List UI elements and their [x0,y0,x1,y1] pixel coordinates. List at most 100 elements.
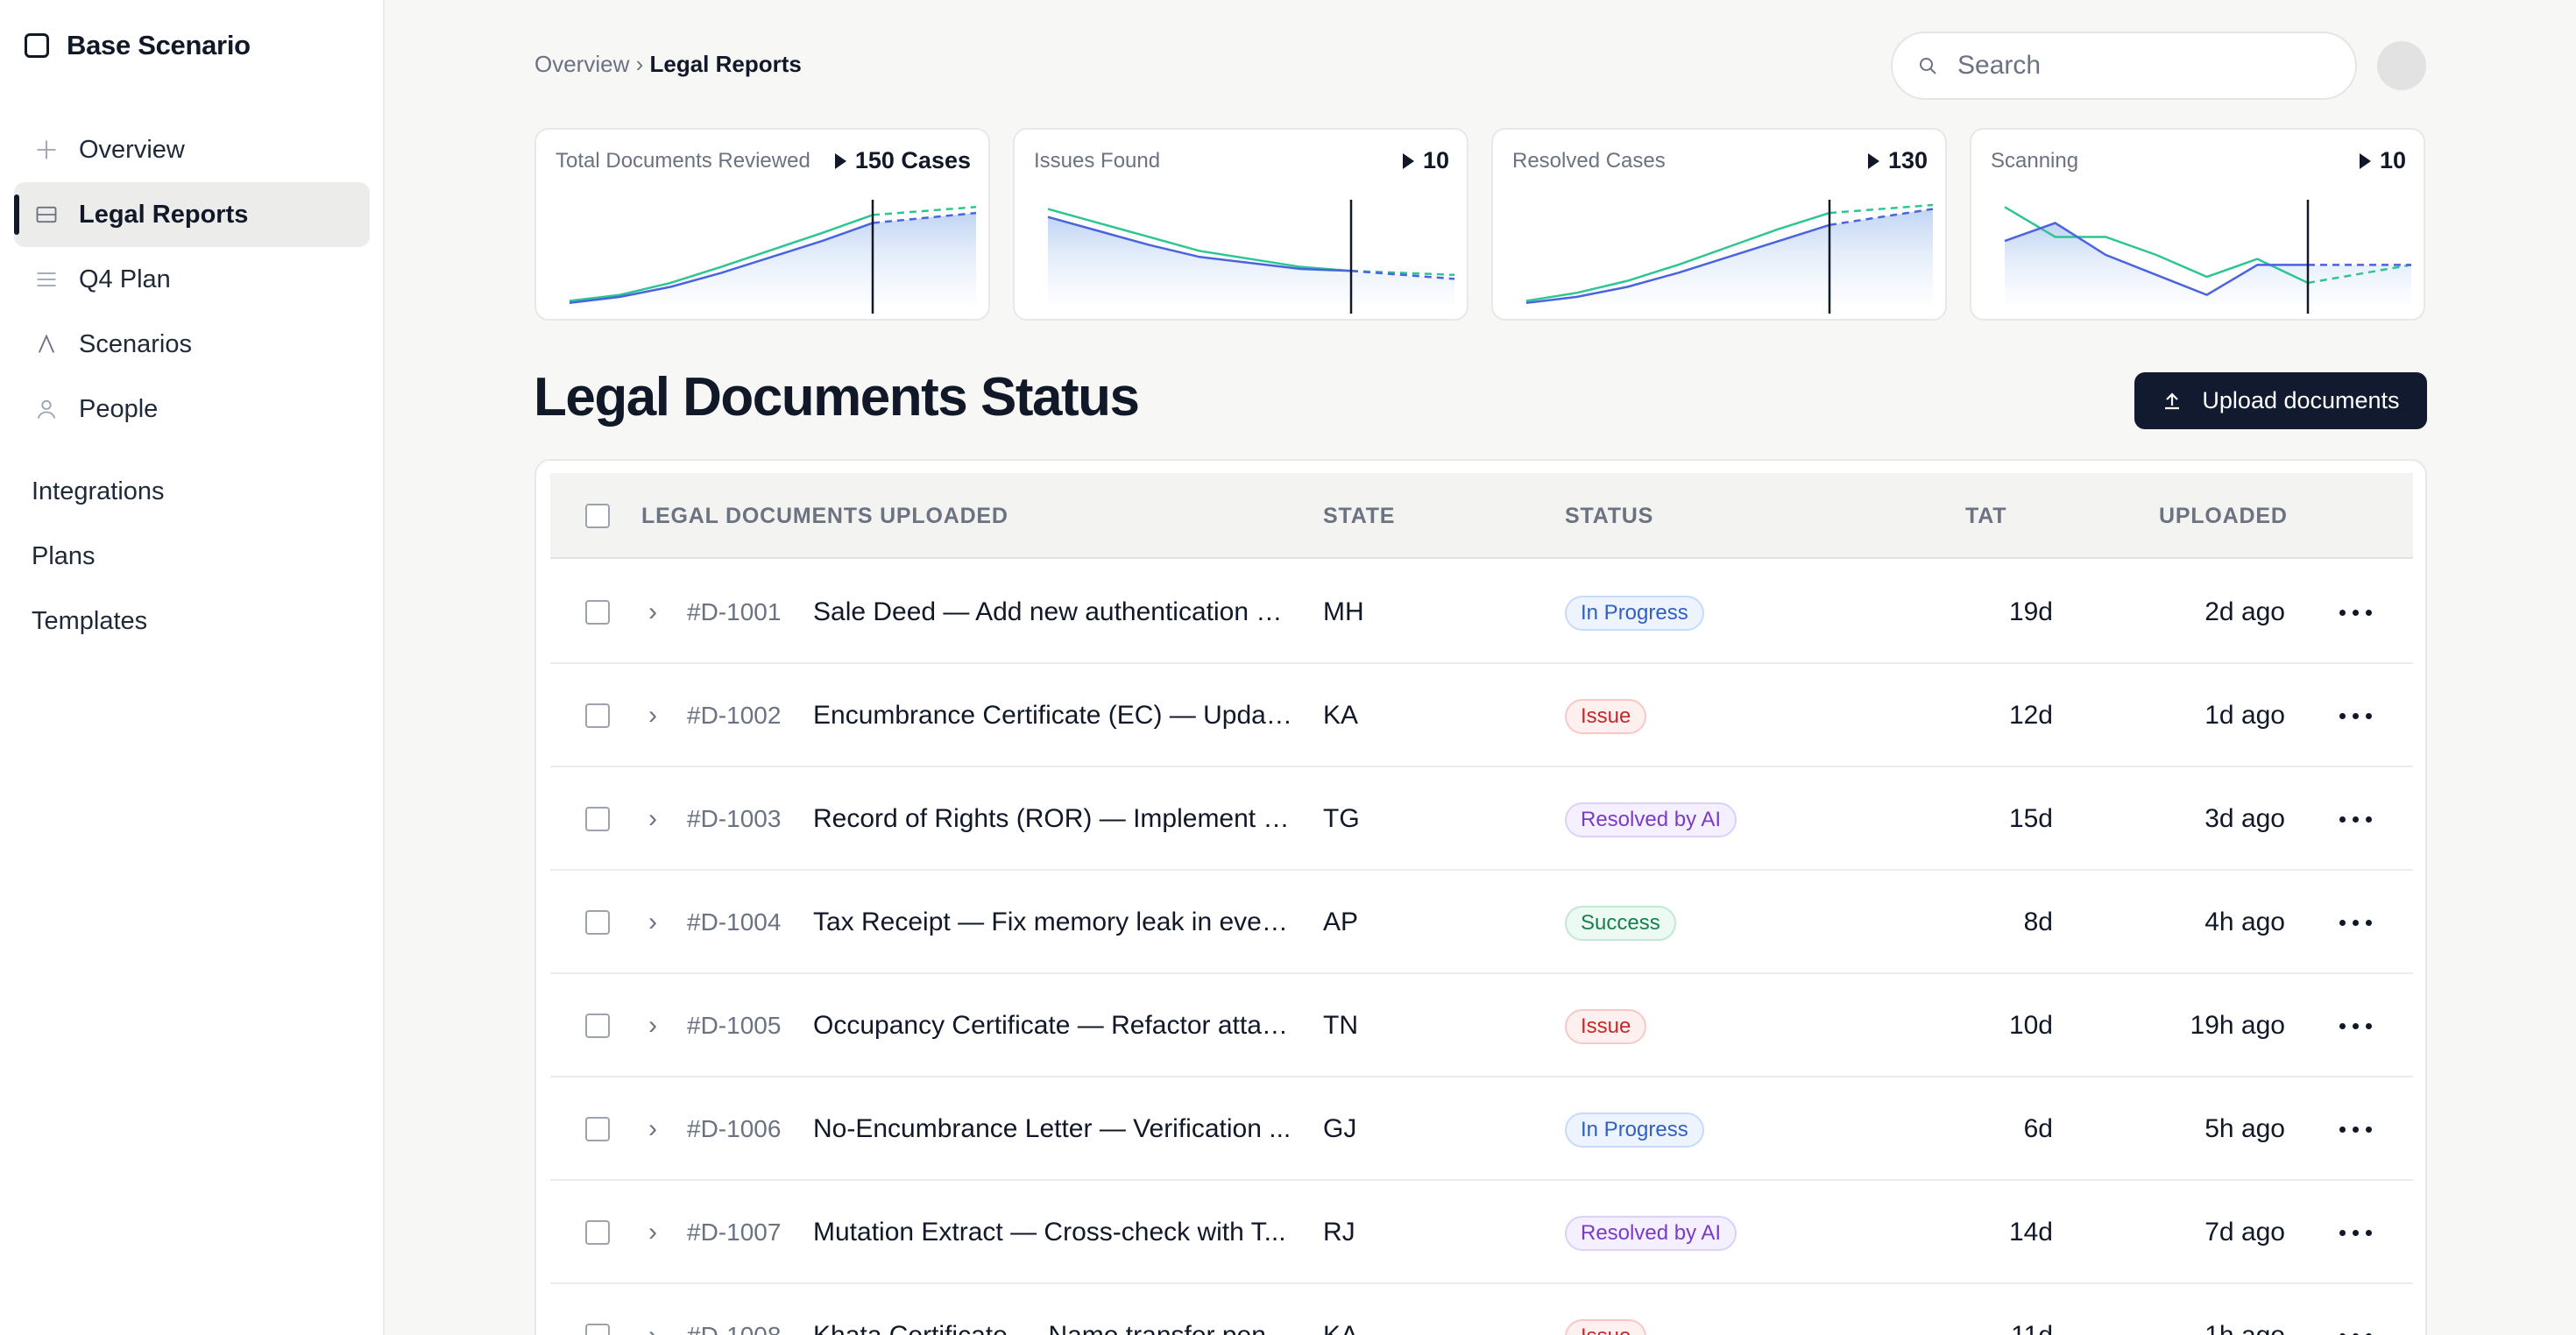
row-checkbox[interactable] [585,1324,610,1335]
more-actions-icon[interactable] [2339,1023,2372,1029]
chevron-right-icon[interactable]: › [648,664,657,767]
document-title[interactable]: Record of Rights (ROR) — Implement re... [813,767,1293,871]
document-state: RJ [1323,1218,1355,1247]
sidebar-item-scenarios[interactable]: Scenarios [14,312,370,377]
column-header-status[interactable]: STATUS [1565,473,1653,559]
more-actions-icon[interactable] [2339,1230,2372,1236]
metric-value: 150 Cases [834,147,971,174]
select-all-checkbox[interactable] [585,504,610,528]
column-header-documents[interactable]: LEGAL DOCUMENTS UPLOADED [641,473,1008,559]
document-id: #D-1003 [687,805,782,832]
metric-value-text: 10 [2379,147,2406,173]
row-checkbox[interactable] [585,910,610,935]
document-title[interactable]: Tax Receipt — Fix memory leak in event .… [813,871,1293,974]
table-row[interactable]: › #D-1007 Mutation Extract — Cross-check w… [550,1181,2413,1284]
sidebar-links: Integrations Plans Templates [32,459,165,653]
document-state: AP [1323,908,1359,936]
table-row[interactable]: › #D-1001 Sale Deed — Add new authenticati… [550,561,2413,664]
sidebar-link-plans[interactable]: Plans [32,524,165,589]
metric-card[interactable]: Scanning 10 [1970,128,2425,321]
search-box[interactable] [1891,32,2357,100]
chevron-right-icon[interactable]: › [648,871,657,974]
row-checkbox[interactable] [585,1117,610,1141]
document-id: #D-1002 [687,702,782,729]
plus-icon [33,137,60,163]
metric-value-text: 130 [1887,147,1928,173]
more-actions-icon[interactable] [2339,816,2372,823]
document-id: #D-1008 [687,1284,781,1335]
chevron-right-icon[interactable]: › [648,767,657,871]
row-checkbox[interactable] [585,703,610,728]
column-header-state[interactable]: STATE [1323,473,1395,559]
sparkline [1525,200,1934,314]
document-tat: 15d [2008,804,2053,833]
column-header-tat[interactable]: TAT [1965,473,2006,559]
more-actions-icon[interactable] [2339,713,2372,719]
document-uploaded: 5h ago [2204,1114,2285,1143]
document-id: #D-1004 [687,908,782,936]
brand[interactable]: Base Scenario [25,30,251,61]
sidebar-item-people[interactable]: People [14,377,370,441]
more-actions-icon[interactable] [2339,920,2372,926]
caret-up-icon [33,331,60,357]
table-row[interactable]: › #D-1002 Encumbrance Certificate (EC) — U… [550,664,2413,767]
search-input[interactable] [1957,51,2325,81]
person-icon [33,396,60,422]
play-icon [1402,152,1414,169]
table-row[interactable]: › #D-1006 No-Encumbrance Letter — Verifica… [550,1077,2413,1181]
chevron-right-icon[interactable]: › [648,1284,657,1335]
column-header-uploaded[interactable]: UPLOADED [2159,473,2288,559]
play-icon [2359,152,2371,169]
document-title[interactable]: Occupancy Certificate — Refactor attac..… [813,974,1293,1077]
table-header: LEGAL DOCUMENTS UPLOADED STATE STATUS TA… [550,473,2413,559]
chevron-right-icon[interactable]: › [648,561,657,664]
sidebar-item-overview[interactable]: Overview [14,117,370,182]
row-checkbox[interactable] [585,600,610,625]
metric-card[interactable]: Total Documents Reviewed 150 Cases [534,128,990,321]
table-row[interactable]: › #D-1005 Occupancy Certificate — Refactor… [550,974,2413,1077]
sidebar-link-integrations[interactable]: Integrations [32,459,165,524]
document-state: MH [1323,597,1364,626]
sidebar-link-templates[interactable]: Templates [32,589,165,653]
sparkline-area [1048,216,1454,305]
upload-documents-button[interactable]: Upload documents [2134,372,2427,429]
metric-label: Issues Found [1034,149,1161,173]
table-row[interactable]: › #D-1003 Record of Rights (ROR) — Impleme… [550,767,2413,871]
more-actions-icon[interactable] [2339,1127,2372,1133]
chevron-right-icon[interactable]: › [648,974,657,1077]
row-checkbox[interactable] [585,1014,610,1038]
document-title[interactable]: Sale Deed — Add new authentication mi... [813,561,1293,664]
metric-value: 130 [1867,147,1928,174]
row-checkbox[interactable] [585,807,610,831]
search-icon [1920,58,1936,74]
chevron-right-icon[interactable]: › [648,1181,657,1284]
document-title[interactable]: No-Encumbrance Letter — Verification ... [813,1077,1293,1181]
row-checkbox[interactable] [585,1220,610,1245]
breadcrumb-separator: › [635,51,644,77]
document-uploaded: 2d ago [2204,597,2285,626]
document-tat: 6d [2023,1114,2053,1143]
sidebar-nav: Overview Legal Reports Q4 Plan Scenarios… [14,117,370,441]
more-actions-icon[interactable] [2339,610,2372,616]
sidebar: Base Scenario Overview Legal Reports Q4 … [0,0,385,1335]
status-badge: In Progress [1565,1112,1704,1148]
document-tat: 14d [2008,1218,2053,1247]
sparkline-area [570,213,976,305]
document-tat: 8d [2023,908,2053,936]
document-state: GJ [1323,1114,1357,1143]
document-title[interactable]: Khata Certificate — Name transfer pen... [813,1284,1293,1335]
sidebar-item-legal-reports[interactable]: Legal Reports [14,182,370,247]
metric-card[interactable]: Issues Found 10 [1013,128,1468,321]
table-row[interactable]: › #D-1008 Khata Certificate — Name transfe… [550,1284,2413,1335]
breadcrumb-parent[interactable]: Overview [534,51,629,77]
chevron-right-icon[interactable]: › [648,1077,657,1181]
sidebar-item-q4-plan[interactable]: Q4 Plan [14,247,370,312]
metric-card[interactable]: Resolved Cases 130 [1491,128,1947,321]
document-title[interactable]: Mutation Extract — Cross-check with T... [813,1181,1293,1284]
avatar[interactable] [2377,41,2426,90]
document-title[interactable]: Encumbrance Certificate (EC) — Updat... [813,664,1293,767]
document-uploaded: 1d ago [2204,701,2285,730]
status-badge: Success [1565,906,1676,941]
status-badge: Resolved by AI [1565,802,1737,837]
table-row[interactable]: › #D-1004 Tax Receipt — Fix memory leak in… [550,871,2413,974]
